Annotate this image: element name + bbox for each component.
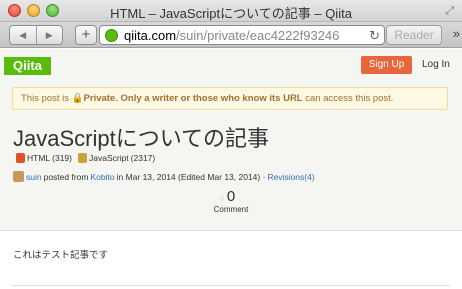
tag-list: HTML (319) JavaScript (2317) — [16, 153, 155, 163]
notice-prefix: This post is — [21, 93, 72, 104]
date-text: in Mar 13, 2014 (Edited Mar 13, 2014) · — [116, 171, 266, 182]
url-host: qiita.com — [124, 28, 177, 43]
url-text: qiita.com/suin/private/eac4222f93246 — [124, 28, 339, 43]
site-header: Qiita Sign Up Log In — [0, 49, 462, 79]
sign-up-button[interactable]: Sign Up — [361, 56, 412, 74]
tag-html[interactable]: HTML (319) — [16, 153, 72, 163]
more-icon[interactable]: » — [453, 26, 460, 41]
address-bar[interactable]: qiita.com/suin/private/eac4222f93246 ↻ — [99, 25, 385, 45]
revisions-link[interactable]: Revisions(4) — [267, 172, 314, 182]
divider — [12, 285, 450, 286]
tag-label: HTML — [27, 153, 51, 163]
add-bookmark-button[interactable]: + — [75, 25, 97, 45]
page-content: Qiita Sign Up Log In This post is 🔒Priva… — [0, 49, 462, 289]
qiita-favicon-icon — [105, 29, 118, 42]
tag-label: JavaScript — [88, 153, 129, 163]
qiita-logo[interactable]: Qiita — [4, 57, 51, 75]
notice-private: Private. Only a writer or those who know… — [83, 93, 303, 104]
comment-label: Comment — [213, 205, 249, 214]
tag-javascript[interactable]: JavaScript (2317) — [77, 153, 156, 163]
browser-toolbar: ◀ ▶ + qiita.com/suin/private/eac4222f932… — [0, 22, 462, 48]
forward-button[interactable]: ▶ — [35, 26, 63, 44]
reader-button[interactable]: Reader — [386, 25, 442, 45]
author-link[interactable]: suin — [26, 172, 42, 182]
comment-icon: ○ — [219, 193, 225, 203]
tag-count: (319) — [52, 153, 72, 163]
back-button[interactable]: ◀ — [10, 26, 36, 44]
log-in-link[interactable]: Log In — [422, 59, 450, 70]
avatar[interactable] — [13, 171, 24, 182]
private-notice: This post is 🔒Private. Only a writer or … — [12, 87, 448, 110]
back-forward-group: ◀ ▶ — [9, 25, 63, 45]
client-link[interactable]: Kobito — [90, 172, 114, 182]
html-tag-icon — [16, 153, 25, 163]
posted-from-text: posted from — [43, 171, 89, 182]
reload-icon[interactable]: ↻ — [369, 28, 380, 44]
article-body: これはテスト記事です — [0, 230, 462, 289]
comment-count: 0 — [226, 188, 236, 205]
comment-counter[interactable]: ○ 0 Comment — [211, 188, 251, 214]
window-title: HTML – JavaScriptについての記事 – Qiita — [110, 6, 352, 21]
article-body-text: これはテスト記事です — [13, 250, 109, 261]
fullscreen-icon[interactable]: ⤢ — [445, 5, 454, 18]
lock-icon: 🔒 — [71, 93, 84, 104]
javascript-tag-icon — [77, 153, 87, 163]
tag-count: (2317) — [130, 153, 156, 163]
notice-suffix: can access this post. — [302, 93, 394, 104]
article-title: JavaScriptについての記事 — [13, 126, 270, 151]
window-titlebar: HTML – JavaScriptについての記事 – Qiita ⤢ — [0, 0, 462, 22]
url-path: /suin/private/eac4222f93246 — [176, 28, 340, 43]
article-meta: suin posted from Kobito in Mar 13, 2014 … — [13, 171, 315, 182]
